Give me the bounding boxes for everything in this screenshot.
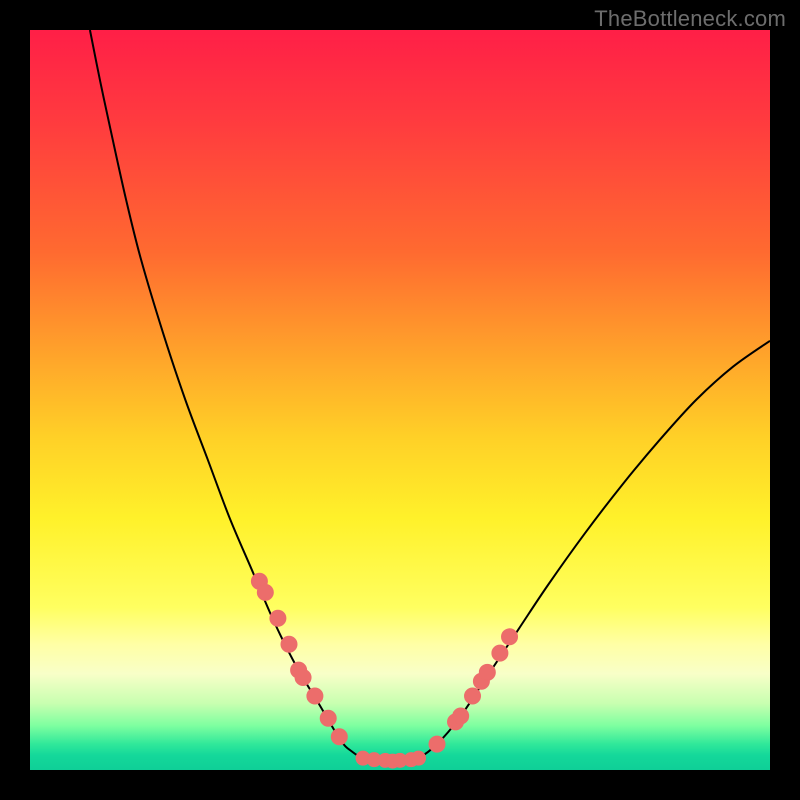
data-marker: [331, 729, 347, 745]
data-marker: [502, 629, 518, 645]
data-marker: [320, 710, 336, 726]
data-marker: [412, 751, 426, 765]
data-marker: [492, 645, 508, 661]
chart-frame: TheBottleneck.com: [0, 0, 800, 800]
data-marker: [281, 636, 297, 652]
watermark-text: TheBottleneck.com: [594, 6, 786, 32]
data-marker: [295, 670, 311, 686]
curve-svg: [30, 30, 770, 770]
data-marker: [257, 584, 273, 600]
data-marker: [479, 664, 495, 680]
data-marker: [307, 688, 323, 704]
data-marker: [429, 736, 445, 752]
marker-group: [251, 573, 517, 768]
data-marker: [453, 708, 469, 724]
curve-group: [90, 30, 770, 761]
bottleneck-curve: [90, 30, 770, 761]
data-marker: [465, 688, 481, 704]
data-marker: [270, 610, 286, 626]
plot-area: [30, 30, 770, 770]
